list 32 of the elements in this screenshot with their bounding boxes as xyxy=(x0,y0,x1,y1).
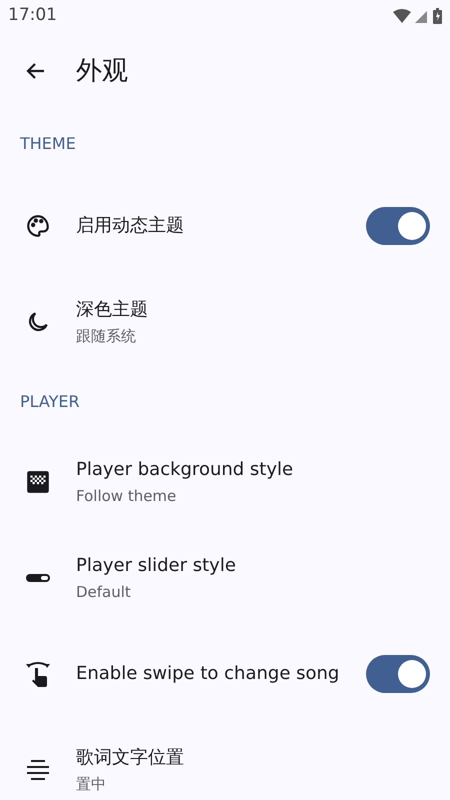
settings-item[interactable]: 歌词文字位置 置中 xyxy=(0,722,450,800)
section-header: PLAYER xyxy=(20,391,80,413)
settings-item[interactable]: Enable swipe to change song xyxy=(0,626,450,722)
settings-item[interactable]: Player slider style Default xyxy=(0,530,450,626)
settings-item[interactable]: 启用动态主题 xyxy=(0,178,450,274)
item-title: 歌词文字位置 xyxy=(76,746,185,770)
item-subtitle: Default xyxy=(76,582,132,603)
signal-icon xyxy=(415,9,429,23)
toggle-thumb xyxy=(398,212,426,240)
settings-item[interactable]: 深色主题 跟随系统 xyxy=(0,274,450,370)
item-title: 启用动态主题 xyxy=(76,214,185,238)
toggle-switch[interactable] xyxy=(366,655,430,693)
wifi-icon xyxy=(393,9,411,23)
item-subtitle: Follow theme xyxy=(76,486,178,507)
toggle-thumb xyxy=(398,660,426,688)
item-title: 深色主题 xyxy=(76,298,149,322)
item-subtitle: 置中 xyxy=(76,774,107,795)
item-subtitle: 跟随系统 xyxy=(76,326,137,347)
status-time: 17:01 xyxy=(8,4,57,28)
checkered-image-icon xyxy=(25,469,51,495)
slider-icon xyxy=(25,573,51,583)
battery-icon xyxy=(433,8,442,24)
palette-icon xyxy=(25,213,51,239)
item-title: Player slider style xyxy=(76,554,237,578)
section-header: THEME xyxy=(20,133,76,155)
item-title: Enable swipe to change song xyxy=(76,662,340,686)
toggle-switch[interactable] xyxy=(366,207,430,245)
item-title: Player background style xyxy=(76,458,294,482)
swipe-gesture-icon xyxy=(25,660,51,688)
align-center-icon xyxy=(26,759,50,781)
settings-item[interactable]: Player background style Follow theme xyxy=(0,434,450,530)
page-title: 外观 xyxy=(76,54,128,88)
